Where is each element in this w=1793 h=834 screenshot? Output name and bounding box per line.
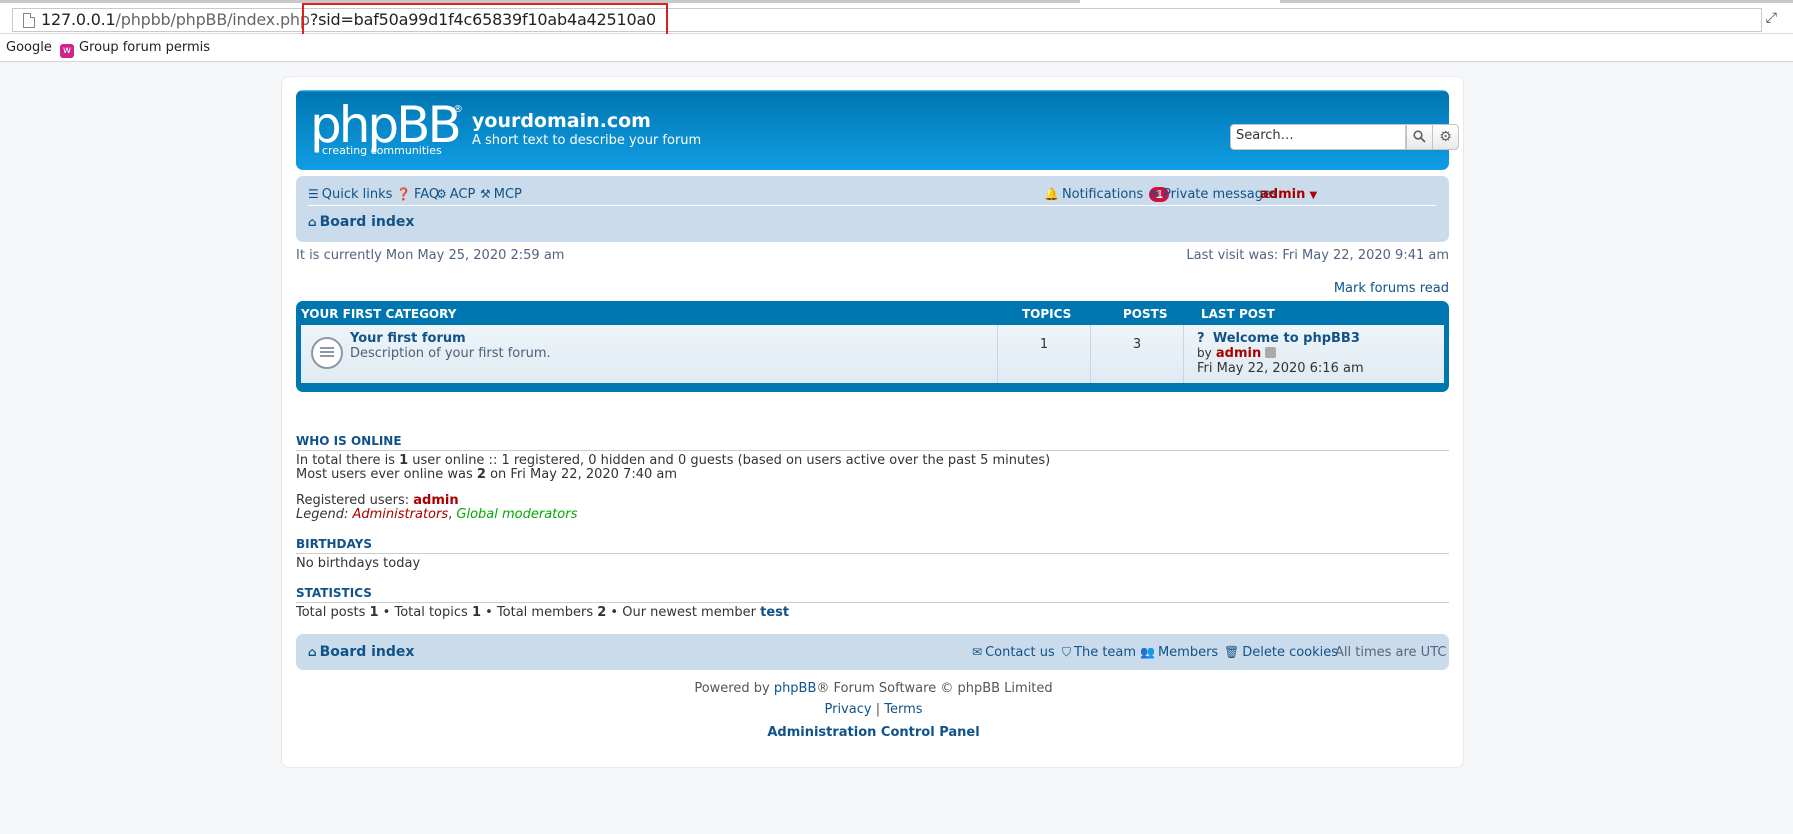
legend-line: Legend: Administrators, Global moderator… — [296, 507, 578, 522]
view-latest-post-icon[interactable] — [1265, 347, 1277, 358]
caret-down-icon: ▼ — [1309, 190, 1318, 201]
logo-registered-mark: ® — [453, 104, 463, 115]
logo-tagline: creating communities — [322, 144, 442, 157]
page-wrapper: phpBB ® creating communities yourdomain.… — [281, 76, 1464, 768]
quick-links-menu[interactable]: ☰ Quick links — [308, 187, 392, 202]
newest-member-link[interactable]: test — [760, 605, 789, 620]
bookmark-favicon-icon: w — [60, 44, 74, 58]
birthdays-title: Birthdays — [296, 537, 1449, 554]
advanced-search-button[interactable]: ⚙ — [1432, 124, 1459, 150]
envelope-icon: ✉ — [972, 645, 983, 659]
category-box: Your first category Topics Posts Last po… — [296, 301, 1449, 392]
users-icon: 👥 — [1140, 645, 1155, 659]
browser-address-bar: 127.0.0.1/phpbb/phpBB/index.php?sid=baf5… — [0, 0, 1793, 43]
mcp-link[interactable]: ⚒ MCP — [480, 187, 522, 202]
home-icon: ⌂ — [308, 645, 317, 659]
home-icon: ⌂ — [308, 215, 317, 229]
mark-forums-read-link[interactable]: Mark forums read — [1334, 281, 1449, 296]
page-icon — [23, 13, 35, 28]
bookmark-label: Group forum permis — [79, 40, 211, 55]
online-record-line: Most users ever online was 2 on Fri May … — [296, 467, 678, 482]
nav-bar: ☰ Quick links ❓ FAQ ⚙ ACP ⚒ MCP 🔔 Notificatio… — [296, 176, 1449, 242]
legend-administrators-link[interactable]: Administrators — [353, 507, 449, 522]
forum-posts-count: 3 — [1132, 337, 1142, 352]
question-icon: ? — [1197, 331, 1205, 346]
online-summary-line: In total there is 1 user online :: 1 reg… — [296, 453, 1051, 468]
divider — [1183, 325, 1184, 383]
delete-cookies-link[interactable]: 🗑 Delete cookies — [1224, 645, 1338, 660]
site-header: phpBB ® creating communities yourdomain.… — [296, 90, 1459, 170]
site-description: A short text to describe your forum — [472, 133, 702, 148]
acp-link[interactable]: ⚙ ACP — [436, 187, 475, 202]
bookmark-group-forum-permissions[interactable]: w Group forum permis — [60, 40, 210, 58]
registered-users-line: Registered users: admin — [296, 493, 459, 508]
shield-icon: ⛉ — [1062, 645, 1072, 659]
divider — [1090, 325, 1091, 383]
nav-links-row: ☰ Quick links ❓ FAQ ⚙ ACP ⚒ MCP 🔔 Notificatio… — [308, 184, 1436, 206]
forum-title-link[interactable]: Your first forum — [350, 331, 466, 346]
inbox-icon: ✉ — [1150, 187, 1161, 201]
who-is-online-title[interactable]: Who is online — [296, 434, 1449, 451]
birthdays-text: No birthdays today — [296, 556, 421, 571]
site-name: yourdomain.com — [472, 110, 651, 132]
statistics-line: Total posts 1 • Total topics 1 • Total m… — [296, 605, 790, 620]
forum-row: Your first forum Description of your fir… — [301, 325, 1444, 383]
tab-strip — [0, 0, 1793, 3]
category-name[interactable]: Your first category — [301, 307, 456, 321]
gavel-icon: ⚒ — [480, 187, 491, 201]
forum-read-icon — [311, 337, 343, 369]
last-post-time: Fri May 22, 2020 6:16 am — [1197, 361, 1364, 376]
faq-link[interactable]: ❓ FAQ — [396, 187, 439, 202]
the-team-link[interactable]: ⛉ The team — [1062, 645, 1136, 660]
legend-global-moderators-link[interactable]: Global moderators — [456, 507, 577, 522]
current-time: It is currently Mon May 25, 2020 2:59 am — [296, 248, 565, 263]
question-circle-icon: ❓ — [396, 187, 411, 201]
col-topics: Topics — [1022, 307, 1072, 321]
hamburger-icon: ☰ — [308, 187, 319, 201]
timezone-text: All times are UTC — [1335, 645, 1447, 660]
resize-icon[interactable]: ⤢ — [1766, 10, 1777, 26]
administration-control-panel-link[interactable]: Administration Control Panel — [282, 725, 1465, 740]
last-post-title-link[interactable]: Welcome to phpBB3 — [1213, 331, 1360, 346]
search-icon — [1413, 130, 1426, 143]
terms-link[interactable]: Terms — [884, 702, 922, 717]
phpbb-link[interactable]: phpBB — [774, 681, 817, 696]
powered-by: Powered by phpBB® Forum Software © phpBB… — [694, 681, 1053, 696]
cogs-icon: ⚙ — [436, 187, 447, 201]
trash-icon: 🗑 — [1224, 645, 1240, 659]
user-menu[interactable]: admin ▼ — [1260, 187, 1317, 202]
col-posts: Posts — [1123, 307, 1168, 321]
search-input[interactable]: Search… — [1230, 124, 1406, 150]
last-visit: Last visit was: Fri May 22, 2020 9:41 am — [1186, 248, 1449, 263]
footer-nav-bar: ⌂ Board index ✉ Contact us ⛉ The team 👥 Memb… — [296, 634, 1449, 670]
footer-links: Privacy | Terms — [824, 702, 923, 717]
last-post-author-link[interactable]: admin — [1216, 346, 1261, 361]
members-link[interactable]: 👥 Members — [1140, 645, 1218, 660]
search-button[interactable] — [1406, 124, 1433, 150]
last-post-info: ? Welcome to phpBB3 by admin Fri May 22,… — [1197, 331, 1364, 376]
breadcrumb-board-index[interactable]: ⌂ Board index — [308, 214, 414, 230]
phpbb-logo[interactable]: phpBB ® creating communities — [310, 96, 463, 162]
url-field[interactable]: 127.0.0.1/phpbb/phpBB/index.php?sid=baf5… — [12, 8, 1762, 32]
private-messages-link[interactable]: ✉ Private messages — [1150, 187, 1278, 202]
forum-description: Description of your first forum. — [350, 346, 551, 361]
forum-topics-count: 1 — [1039, 337, 1049, 352]
statistics-title: Statistics — [296, 586, 1449, 603]
bookmarks-bar: Google w Group forum permis — [0, 34, 1793, 62]
footer-board-index-link[interactable]: ⌂ Board index — [308, 644, 414, 660]
col-last-post: Last post — [1201, 307, 1275, 321]
divider — [997, 325, 998, 383]
gear-icon: ⚙ — [1439, 129, 1452, 145]
category-header: Your first category Topics Posts Last po… — [296, 301, 1449, 325]
contact-us-link[interactable]: ✉ Contact us — [972, 645, 1055, 660]
online-user-admin-link[interactable]: admin — [413, 493, 458, 508]
bell-icon: 🔔 — [1044, 187, 1059, 201]
privacy-link[interactable]: Privacy — [824, 702, 871, 717]
bookmark-google[interactable]: Google — [6, 40, 52, 55]
